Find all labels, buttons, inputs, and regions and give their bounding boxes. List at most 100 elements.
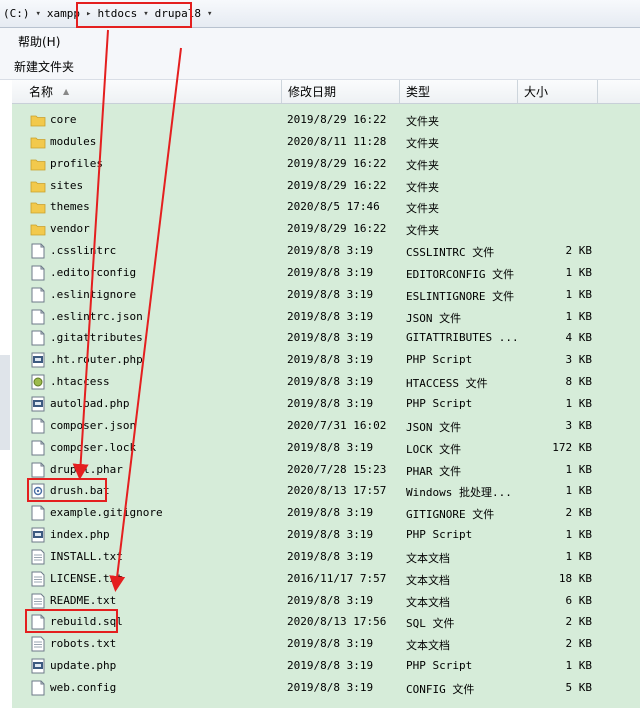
file-size: 2 KB <box>565 244 593 258</box>
file-date: 2019/8/29 16:22 <box>287 222 387 236</box>
file-icon <box>30 462 46 478</box>
file-size: 172 KB <box>552 440 592 454</box>
file-type: PHAR 文件 <box>406 464 462 478</box>
column-size[interactable]: 大小 <box>518 80 598 103</box>
file-date: 2020/8/5 17:46 <box>287 200 380 214</box>
column-header: 名称 ▲ 修改日期 类型 大小 <box>12 80 640 104</box>
file-size: 2 KB <box>565 637 593 651</box>
file-row[interactable]: README.txt 2019/8/8 3:19 文本文档 6 KB <box>12 590 640 612</box>
file-type: 文本文档 <box>406 573 450 587</box>
folder-icon <box>30 112 46 128</box>
file-row[interactable]: profiles 2019/8/29 16:22 文件夹 <box>12 153 640 175</box>
file-type: 文本文档 <box>406 551 450 565</box>
new-folder-button[interactable]: 新建文件夹 <box>0 58 74 75</box>
chevron-down-icon[interactable]: ▾ <box>140 9 151 19</box>
php-icon <box>30 352 46 368</box>
file-row[interactable]: .htaccess 2019/8/8 3:19 HTACCESS 文件 8 KB <box>12 371 640 393</box>
file-date: 2019/8/8 3:19 <box>287 637 374 651</box>
file-icon <box>30 243 46 259</box>
file-row[interactable]: drush.bat 2020/8/13 17:57 Windows 批处理... 1 … <box>12 480 640 502</box>
chevron-right-icon[interactable]: ▸ <box>83 9 94 19</box>
file-date: 2019/8/8 3:19 <box>287 440 374 454</box>
file-icon <box>30 505 46 521</box>
file-icon <box>30 309 46 325</box>
file-row[interactable]: .csslintrc 2019/8/8 3:19 CSSLINTRC 文件 2 KB <box>12 240 640 262</box>
php-icon <box>30 396 46 412</box>
file-icon <box>30 440 46 456</box>
file-name: rebuild.sql <box>50 615 123 629</box>
file-date: 2019/8/8 3:19 <box>287 593 374 607</box>
column-name[interactable]: 名称 ▲ <box>12 80 282 103</box>
file-list-pane[interactable]: 名称 ▲ 修改日期 类型 大小 core 2019/8/29 16:22 文件夹 mo… <box>12 80 640 708</box>
file-row[interactable]: composer.lock 2019/8/8 3:19 LOCK 文件 172 KB <box>12 437 640 459</box>
file-size: 2 KB <box>565 615 593 629</box>
file-row[interactable]: LICENSE.txt 2016/11/17 7:57 文本文档 18 KB <box>12 568 640 590</box>
crumb-xampp[interactable]: xampp <box>44 4 83 24</box>
file-date: 2019/8/8 3:19 <box>287 506 374 520</box>
file-date: 2019/8/8 3:19 <box>287 287 374 301</box>
file-date: 2020/7/28 15:23 <box>287 462 387 476</box>
chevron-down-icon[interactable]: ▾ <box>33 9 44 19</box>
file-name: .ht.router.php <box>50 353 143 367</box>
php-icon <box>30 527 46 543</box>
file-size: 3 KB <box>565 353 593 367</box>
file-size: 2 KB <box>565 506 593 520</box>
file-size: 8 KB <box>565 375 593 389</box>
file-date: 2016/11/17 7:57 <box>287 571 387 585</box>
text-file-icon <box>30 593 46 609</box>
file-row[interactable]: themes 2020/8/5 17:46 文件夹 <box>12 196 640 218</box>
file-row[interactable]: robots.txt 2019/8/8 3:19 文本文档 2 KB <box>12 633 640 655</box>
file-row[interactable]: composer.json 2020/7/31 16:02 JSON 文件 3 KB <box>12 415 640 437</box>
file-date: 2019/8/29 16:22 <box>287 113 387 126</box>
chevron-down-icon[interactable]: ▾ <box>204 9 215 19</box>
folder-icon <box>30 156 46 172</box>
file-name: autoload.php <box>50 396 130 410</box>
file-row[interactable]: .editorconfig 2019/8/8 3:19 EDITORCONFIG 文… <box>12 262 640 284</box>
address-bar[interactable]: (C:) ▾ xampp ▸ htdocs ▾ drupal8 ▾ <box>0 0 640 28</box>
file-row[interactable]: .ht.router.php 2019/8/8 3:19 PHP Script 3 K… <box>12 349 640 371</box>
file-date: 2020/7/31 16:02 <box>287 418 387 432</box>
file-type: 文本文档 <box>406 639 450 653</box>
file-size: 1 KB <box>565 287 593 301</box>
file-date: 2020/8/13 17:57 <box>287 484 387 498</box>
file-name: README.txt <box>50 593 117 607</box>
file-row[interactable]: INSTALL.txt 2019/8/8 3:19 文本文档 1 KB <box>12 546 640 568</box>
file-size: 1 KB <box>565 549 593 563</box>
file-name: update.php <box>50 659 117 673</box>
file-name: sites <box>50 178 84 192</box>
file-row[interactable]: index.php 2019/8/8 3:19 PHP Script 1 KB <box>12 524 640 546</box>
file-date: 2019/8/8 3:19 <box>287 549 374 563</box>
file-type: PHP Script <box>406 659 473 673</box>
crumb-drive[interactable]: (C:) <box>0 4 33 24</box>
crumb-drupal8[interactable]: drupal8 <box>152 4 204 24</box>
file-row[interactable]: .gitattributes 2019/8/8 3:19 GITATTRIBUTES… <box>12 327 640 349</box>
file-row[interactable]: modules 2020/8/11 11:28 文件夹 <box>12 131 640 153</box>
file-row[interactable]: example.gitignore 2019/8/8 3:19 GITIGNORE … <box>12 502 640 524</box>
file-name: core <box>50 113 77 126</box>
file-row[interactable]: .eslintignore 2019/8/8 3:19 ESLINTIGNORE 文… <box>12 284 640 306</box>
column-date-label: 修改日期 <box>288 85 337 99</box>
file-size: 18 KB <box>558 571 592 585</box>
file-row[interactable]: vendor 2019/8/29 16:22 文件夹 <box>12 218 640 240</box>
column-type[interactable]: 类型 <box>400 80 518 103</box>
column-date[interactable]: 修改日期 <box>282 80 400 103</box>
file-row[interactable]: web.config 2019/8/8 3:19 CONFIG 文件 5 KB <box>12 677 640 699</box>
file-name: .htaccess <box>50 375 110 389</box>
file-row[interactable]: .eslintrc.json 2019/8/8 3:19 JSON 文件 1 KB <box>12 306 640 328</box>
file-row[interactable]: core 2019/8/29 16:22 文件夹 <box>12 109 640 131</box>
file-row[interactable]: drupal.phar 2020/7/28 15:23 PHAR 文件 1 KB <box>12 459 640 481</box>
file-row[interactable]: update.php 2019/8/8 3:19 PHP Script 1 KB <box>12 655 640 677</box>
file-type: 文件夹 <box>406 115 439 128</box>
file-row[interactable]: sites 2019/8/29 16:22 文件夹 <box>12 175 640 197</box>
crumb-htdocs[interactable]: htdocs <box>94 4 140 24</box>
file-type: CSSLINTRC 文件 <box>406 246 495 260</box>
menu-help[interactable]: 帮助(H) <box>0 33 60 50</box>
file-icon <box>30 418 46 434</box>
file-name: example.gitignore <box>50 506 163 520</box>
file-row[interactable]: autoload.php 2019/8/8 3:19 PHP Script 1 KB <box>12 393 640 415</box>
file-size: 3 KB <box>565 418 593 432</box>
nav-pane-highlight <box>0 355 10 450</box>
file-row[interactable]: rebuild.sql 2020/8/13 17:56 SQL 文件 2 KB <box>12 611 640 633</box>
file-type: 文本文档 <box>406 595 450 609</box>
file-name: vendor <box>50 222 90 236</box>
